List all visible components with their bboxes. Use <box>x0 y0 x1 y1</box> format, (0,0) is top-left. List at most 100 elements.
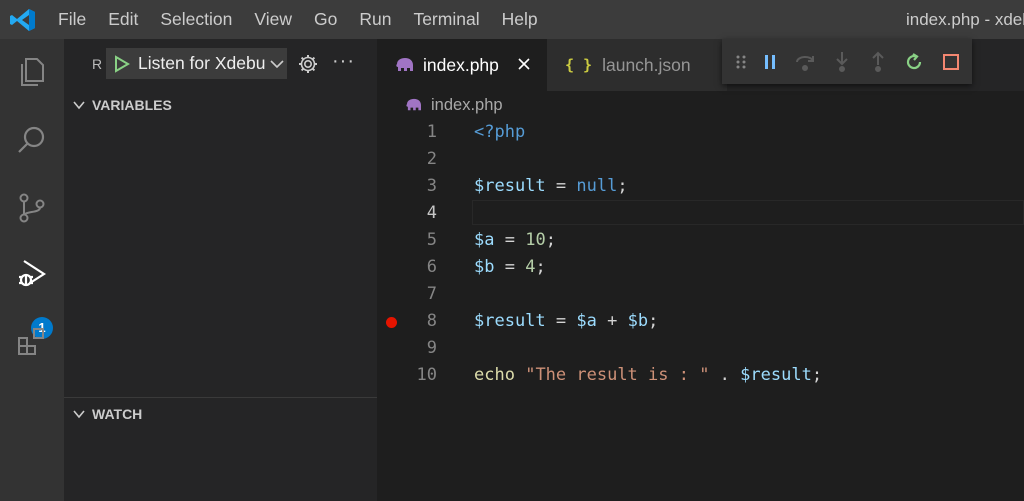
gear-icon[interactable] <box>297 53 319 75</box>
code-token: + <box>596 311 628 331</box>
code-token: "The result is : " <box>525 365 710 385</box>
code-token: ; <box>617 176 628 196</box>
code-line[interactable]: 7 <box>377 281 1024 308</box>
code-token: 4 <box>525 257 536 277</box>
tab-label: launch.json <box>602 54 691 75</box>
code-token: $a <box>474 230 495 250</box>
code-text: $a = 10; <box>474 227 556 254</box>
code-text: $b = 4; <box>474 254 546 281</box>
code-token: . <box>709 365 741 385</box>
code-editor[interactable]: 1 <?php 2 3 $result = null; 4 5 $a = 10; 6 $b = 4… <box>377 119 1024 501</box>
source-control-icon[interactable] <box>0 178 64 238</box>
activity-bar: 1 <box>0 39 64 501</box>
code-line[interactable]: 1 <?php <box>377 119 1024 146</box>
line-number: 9 <box>426 338 437 358</box>
code-line[interactable]: 5 $a = 10; <box>377 227 1024 254</box>
menu-edit[interactable]: Edit <box>108 9 138 30</box>
debug-sidebar: R Listen for Xdebug ··· VARIABLES WATCH <box>64 39 377 501</box>
code-token: $a <box>576 311 597 331</box>
code-token: ; <box>648 311 659 331</box>
breadcrumb-file[interactable]: index.php <box>431 96 503 115</box>
code-text: echo "The result is : " . $result; <box>474 362 822 389</box>
code-token: = <box>545 176 577 196</box>
run-debug-icon[interactable] <box>0 244 64 304</box>
start-debugging-icon[interactable] <box>112 54 130 73</box>
code-token: = <box>545 311 577 331</box>
code-line[interactable]: 9 <box>377 335 1024 362</box>
launch-config-select[interactable]: Listen for Xdebug <box>106 48 287 79</box>
menu-file[interactable]: File <box>58 9 86 30</box>
step-into-icon[interactable] <box>831 51 853 73</box>
line-number: 7 <box>426 284 437 304</box>
search-icon[interactable] <box>0 110 64 170</box>
code-line[interactable]: 10 echo "The result is : " . $result; <box>377 362 1024 389</box>
code-token: echo <box>474 365 515 385</box>
tab-index-php[interactable]: index.php <box>377 39 547 91</box>
menu-selection[interactable]: Selection <box>160 9 232 30</box>
code-token: ; <box>535 257 546 277</box>
extensions-icon[interactable] <box>0 312 64 372</box>
explorer-icon[interactable] <box>0 42 64 102</box>
php-elephant-icon <box>396 58 413 71</box>
line-number: 2 <box>426 149 437 169</box>
menu-bar: File Edit Selection View Go Run Terminal… <box>58 0 560 39</box>
chevron-down-icon <box>270 59 284 68</box>
menu-help[interactable]: Help <box>502 9 538 30</box>
drag-handle-icon[interactable] <box>730 51 752 73</box>
code-token: null <box>576 176 618 196</box>
watch-title: WATCH <box>92 406 143 422</box>
line-number: 4 <box>426 203 437 223</box>
debug-launch-bar: R Listen for Xdebug ··· <box>64 39 377 91</box>
code-line[interactable]: 2 <box>377 146 1024 173</box>
run-title: R <box>92 56 103 72</box>
menu-go[interactable]: Go <box>314 9 337 30</box>
menu-view[interactable]: View <box>254 9 292 30</box>
line-number: 8 <box>426 311 437 331</box>
code-token: ; <box>811 365 823 385</box>
code-line[interactable]: 6 $b = 4; <box>377 254 1024 281</box>
code-text: <?php <box>474 119 525 146</box>
more-actions-icon[interactable]: ··· <box>332 50 355 73</box>
php-elephant-icon <box>406 98 421 111</box>
line-number: 3 <box>426 176 437 196</box>
section-divider <box>64 397 377 398</box>
code-text: $result = $a + $b; <box>474 308 658 335</box>
chevron-down-icon <box>73 101 85 110</box>
line-number: 5 <box>426 230 437 250</box>
pause-icon[interactable] <box>759 51 781 73</box>
title-bar: File Edit Selection View Go Run Terminal… <box>0 0 1024 39</box>
step-over-icon[interactable] <box>794 51 816 73</box>
code-token: $result <box>474 176 546 196</box>
tab-launch-json[interactable]: { } launch.json <box>547 39 727 91</box>
code-token: 10 <box>525 230 546 250</box>
vscode-logo-icon <box>10 9 35 31</box>
breadcrumb: index.php <box>377 91 1024 119</box>
code-token: $result <box>740 365 812 385</box>
variables-title: VARIABLES <box>92 97 172 113</box>
code-line[interactable]: 3 $result = null; <box>377 173 1024 200</box>
menu-run[interactable]: Run <box>359 9 391 30</box>
launch-config-label: Listen for Xdebug <box>138 53 266 73</box>
code-token: = <box>494 230 526 250</box>
restart-icon[interactable] <box>903 51 925 73</box>
current-line-highlight <box>472 200 1024 225</box>
code-line[interactable]: 4 <box>377 200 1024 227</box>
window-title: index.php - xdebu <box>906 10 1024 29</box>
variables-section-header[interactable]: VARIABLES <box>64 92 377 118</box>
stop-icon[interactable] <box>940 51 962 73</box>
code-token: <?php <box>474 122 526 142</box>
menu-terminal[interactable]: Terminal <box>413 9 479 30</box>
watch-section-header[interactable]: WATCH <box>64 401 377 427</box>
line-number: 10 <box>416 365 437 385</box>
tab-label: index.php <box>423 54 499 75</box>
line-number: 6 <box>426 257 437 277</box>
code-token: $result <box>474 311 546 331</box>
step-out-icon[interactable] <box>867 51 889 73</box>
chevron-down-icon <box>73 410 85 419</box>
code-line[interactable]: 8 $result = $a + $b; <box>377 308 1024 335</box>
line-number: 1 <box>426 122 437 142</box>
code-token: = <box>494 257 526 277</box>
close-icon[interactable] <box>515 55 533 73</box>
code-token: ; <box>545 230 556 250</box>
